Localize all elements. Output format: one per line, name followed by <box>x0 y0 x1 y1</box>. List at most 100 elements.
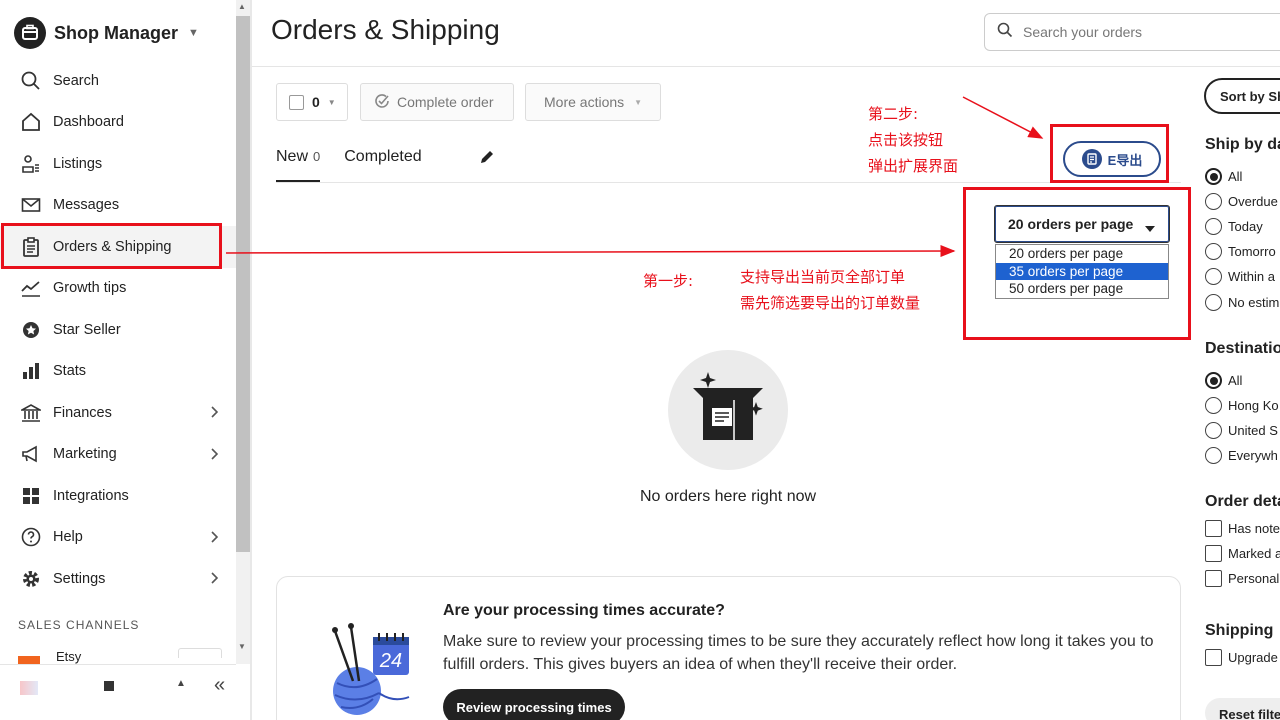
sidebar-scrollbar-thumb[interactable] <box>236 16 250 552</box>
filter-option-label: Within a <box>1228 269 1275 284</box>
sidebar-item-help[interactable]: Help <box>0 517 236 559</box>
help-icon <box>20 526 42 548</box>
checkbox[interactable] <box>1205 545 1222 562</box>
radio-button[interactable] <box>1205 294 1222 311</box>
radio-button[interactable] <box>1205 268 1222 285</box>
annotation-line: 支持导出当前页全部订单 <box>740 268 906 286</box>
chevron-up-icon[interactable]: ▲ <box>176 678 186 689</box>
sidebar-item-search[interactable]: Search <box>0 60 236 102</box>
sidebar-nav: Search Dashboard Listings Messages Order… <box>0 60 236 600</box>
filter-ship-by-overdue[interactable]: Overdue <box>1205 193 1278 210</box>
complete-order-label: Complete order <box>397 94 494 110</box>
filter-ship-by-tomorrow[interactable]: Tomorro <box>1205 243 1276 260</box>
filter-option-label: All <box>1228 169 1243 184</box>
filter-option-label: Tomorro <box>1228 244 1276 259</box>
sidebar-item-label: Growth tips <box>53 280 127 297</box>
search-input[interactable] <box>1023 24 1263 40</box>
channel-toggle[interactable] <box>178 648 222 658</box>
scroll-down-arrow-icon[interactable]: ▼ <box>238 642 246 651</box>
tab-new[interactable]: New 0 <box>276 148 321 182</box>
tab-count: 0 <box>313 149 321 164</box>
sidebar-item-messages[interactable]: Messages <box>0 185 236 227</box>
filter-option-label: United S <box>1228 423 1278 438</box>
radio-button[interactable] <box>1205 193 1222 210</box>
bulk-select-dropdown[interactable]: 0 ▼ <box>276 83 348 121</box>
sidebar-item-listings[interactable]: Listings <box>0 143 236 185</box>
more-actions-dropdown[interactable]: More actions ▼ <box>525 83 661 121</box>
complete-order-button[interactable]: Complete order <box>360 83 514 121</box>
radio-button[interactable] <box>1205 372 1222 389</box>
sidebar-item-marketing[interactable]: Marketing <box>0 434 236 476</box>
annotation-box-export <box>1050 124 1169 183</box>
filter-ship-by-no-estimate[interactable]: No estim <box>1205 294 1279 311</box>
filter-option-label: Personal <box>1228 571 1280 586</box>
filter-upgraded-shipping[interactable]: Upgrade <box>1205 649 1278 666</box>
filter-option-label: Has note <box>1228 521 1280 536</box>
sidebar-item-stats[interactable]: Stats <box>0 351 236 393</box>
filter-ship-by-today[interactable]: Today <box>1205 218 1263 235</box>
chevron-right-icon <box>210 572 219 588</box>
home-icon <box>20 111 42 133</box>
filter-destination-united-states[interactable]: United S <box>1205 422 1278 439</box>
sidebar-item-label: Stats <box>53 363 87 380</box>
review-processing-times-button[interactable]: Review processing times <box>443 689 625 720</box>
filter-destination-hong-kong[interactable]: Hong Ko <box>1205 397 1279 414</box>
radio-button[interactable] <box>1205 422 1222 439</box>
filter-has-note[interactable]: Has note <box>1205 520 1280 537</box>
bank-icon <box>20 402 42 424</box>
sidebar-item-star-seller[interactable]: Star Seller <box>0 309 236 351</box>
filter-option-label: Overdue <box>1228 194 1278 209</box>
filter-ship-by-within[interactable]: Within a <box>1205 268 1275 285</box>
radio-button[interactable] <box>1205 447 1222 464</box>
star-badge-icon <box>20 319 42 341</box>
annotation-step1-label: 第一步: <box>643 272 694 290</box>
sidebar-item-integrations[interactable]: Integrations <box>0 475 236 517</box>
filter-ship-by-all[interactable]: All <box>1205 168 1242 185</box>
header-divider <box>252 66 1280 67</box>
pencil-icon[interactable] <box>478 148 496 171</box>
complete-icon <box>373 92 391 113</box>
annotation-box-perpage <box>963 187 1191 340</box>
yarn-calendar-icon: 24 <box>332 623 410 715</box>
listings-icon <box>20 153 42 175</box>
page-title: Orders & Shipping <box>271 14 500 45</box>
scroll-up-arrow-icon[interactable]: ▲ <box>238 2 246 11</box>
sidebar-item-finances[interactable]: Finances <box>0 392 236 434</box>
reset-filters-button[interactable]: Reset filte <box>1205 698 1280 720</box>
chevron-down-icon: ▼ <box>634 97 643 107</box>
brand-switcher[interactable]: Shop Manager ▼ <box>14 17 199 49</box>
radio-button[interactable] <box>1205 218 1222 235</box>
radio-button[interactable] <box>1205 243 1222 260</box>
selected-count: 0 <box>312 94 320 110</box>
sales-channels-heading: SALES CHANNELS <box>18 618 140 632</box>
shop-avatar[interactable] <box>20 681 38 695</box>
sidebar-item-label: Settings <box>53 570 106 587</box>
sidebar-item-label: Dashboard <box>53 114 124 131</box>
sidebar-item-dashboard[interactable]: Dashboard <box>0 102 236 144</box>
order-tabs: New 0 Completed <box>276 148 493 182</box>
sidebar-item-growth-tips[interactable]: Growth tips <box>0 268 236 310</box>
tab-completed[interactable]: Completed <box>344 148 421 182</box>
checkbox[interactable] <box>1205 520 1222 537</box>
filter-option-label: Upgrade <box>1228 650 1278 665</box>
checkbox[interactable] <box>1205 570 1222 587</box>
annotation-step1: 支持导出当前页全部订单 需先筛选要导出的订单数量 <box>740 264 920 316</box>
radio-button[interactable] <box>1205 397 1222 414</box>
filter-destination-all[interactable]: All <box>1205 372 1242 389</box>
annotation-line: 第二步: <box>868 105 919 123</box>
search-icon <box>997 22 1013 43</box>
collapse-sidebar-button[interactable]: « <box>214 674 225 697</box>
sort-by-button[interactable]: Sort by Sh <box>1204 78 1280 114</box>
checkbox[interactable] <box>1205 649 1222 666</box>
sidebar-item-label: Integrations <box>53 487 129 504</box>
filter-destination-everywhere[interactable]: Everywh <box>1205 447 1278 464</box>
sales-channel-etsy[interactable]: Etsy <box>18 646 81 666</box>
calendar-number: 24 <box>379 650 402 672</box>
sidebar-item-settings[interactable]: Settings <box>0 558 236 600</box>
order-search[interactable] <box>984 13 1280 51</box>
radio-button[interactable] <box>1205 168 1222 185</box>
filter-marked-as-gift[interactable]: Marked a <box>1205 545 1280 562</box>
filter-personalized[interactable]: Personal <box>1205 570 1279 587</box>
select-all-checkbox[interactable] <box>289 94 304 110</box>
sidebar-item-label: Finances <box>53 404 112 421</box>
